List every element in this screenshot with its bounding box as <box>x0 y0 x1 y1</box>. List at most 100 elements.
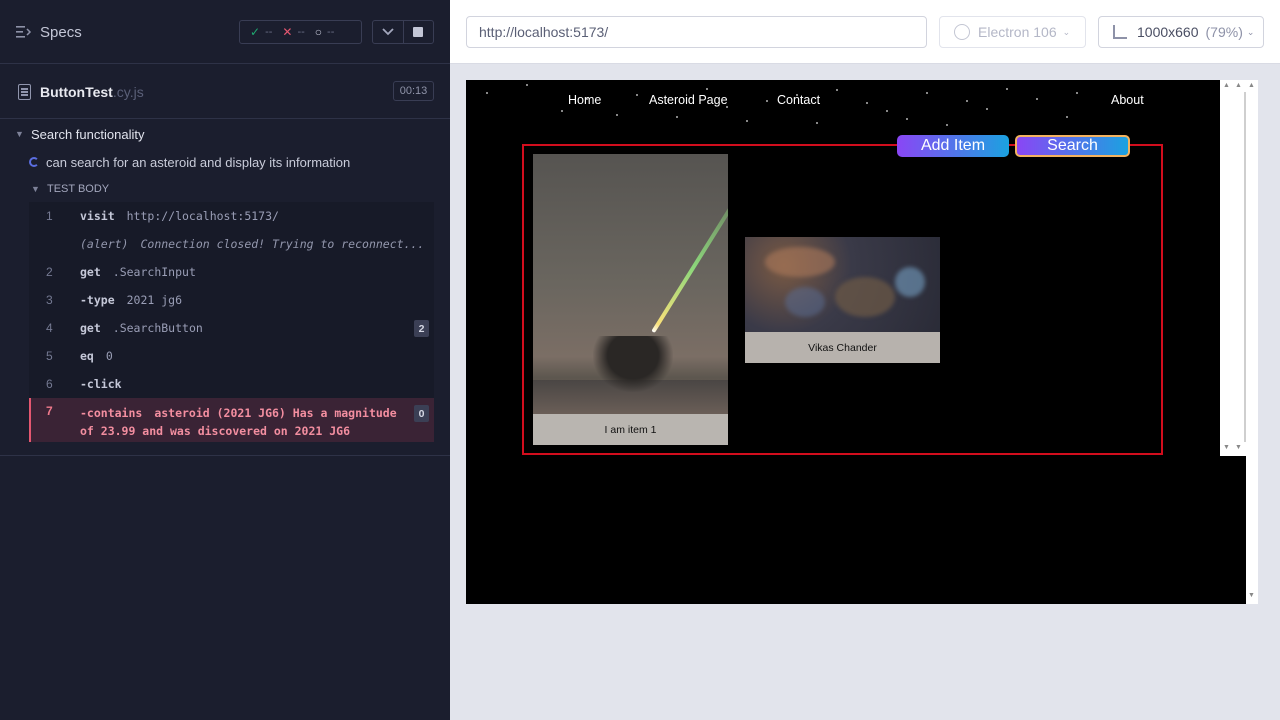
star <box>836 89 838 91</box>
star <box>1076 92 1078 94</box>
command-name: visit <box>80 209 115 223</box>
test-stats: ✓ -- ✕ -- ○ -- <box>239 20 362 44</box>
inner-scrollbar[interactable]: ▲ ▲ ▼ ▼ <box>1220 80 1246 456</box>
scroll-up-icon[interactable]: ▲ <box>1235 82 1242 89</box>
command-name: eq <box>80 349 94 363</box>
aut-header: http://localhost:5173/ Electron 106 ⌄ 100… <box>450 0 1280 64</box>
meteor-image <box>533 154 728 414</box>
chevron-down-icon <box>382 28 394 36</box>
reporter-header: Specs ✓ -- ✕ -- ○ -- <box>0 0 450 64</box>
nav-home-link[interactable]: Home <box>568 93 601 107</box>
expand-button[interactable] <box>373 21 404 43</box>
search-button[interactable]: Search <box>1015 135 1130 157</box>
command-name: -contains <box>80 406 143 420</box>
star <box>486 92 488 94</box>
chevron-down-icon: ⌄ <box>1246 26 1255 37</box>
viewport-selector[interactable]: 1000x660 (79%) ⌄ <box>1098 16 1264 48</box>
file-icon <box>18 84 31 100</box>
pending-stat: ○ -- <box>305 25 335 39</box>
running-spinner-icon <box>29 157 39 167</box>
viewport-size: 1000x660 <box>1137 24 1199 40</box>
command-row[interactable]: 5 eq 0 <box>29 342 434 370</box>
command-name: -type <box>80 293 115 307</box>
command-row[interactable]: 1 visit http://localhost:5173/ <box>29 202 434 230</box>
command-number: 3 <box>46 293 53 307</box>
command-number: 6 <box>46 377 53 391</box>
star <box>766 100 768 102</box>
star <box>676 116 678 118</box>
command-row[interactable]: 6 -click <box>29 370 434 398</box>
command-message: 0 <box>105 349 113 363</box>
command-number: 1 <box>46 209 53 223</box>
browser-label: Electron 106 <box>978 24 1057 40</box>
outer-scrollbar[interactable]: ▲ ▼ <box>1246 80 1258 604</box>
tree-silhouette <box>593 336 673 392</box>
element-count-badge: 0 <box>414 405 429 422</box>
browser-selector[interactable]: Electron 106 ⌄ <box>939 16 1086 48</box>
specs-menu-icon[interactable] <box>16 25 32 39</box>
item-card-1: I am item 1 <box>533 154 728 445</box>
add-item-button[interactable]: Add Item <box>897 135 1009 157</box>
command-row[interactable]: (alert) Connection closed! Trying to reco… <box>29 230 434 258</box>
star <box>946 124 948 126</box>
failed-command-text: -contains asteroid (2021 JG6) Has a magni… <box>80 404 410 440</box>
star <box>526 84 528 86</box>
nebula-image <box>745 237 940 332</box>
failed-count: -- <box>297 26 305 38</box>
specs-label[interactable]: Specs <box>40 24 82 41</box>
command-name: -click <box>80 377 122 391</box>
duration-badge: 00:13 <box>393 81 434 101</box>
run-controls <box>372 20 434 44</box>
star <box>1036 98 1038 100</box>
viewport-zoom: (79%) <box>1205 24 1243 40</box>
suite-title[interactable]: ▼ Search functionality <box>0 120 450 148</box>
app-under-test: Home Asteroid Page Contact About Add Ite… <box>466 80 1246 604</box>
nav-contact-link[interactable]: Contact <box>777 93 820 107</box>
element-count-badge: 2 <box>414 320 429 337</box>
star <box>636 94 638 96</box>
star <box>706 88 708 90</box>
spec-file-name: ButtonTest.cy.js <box>40 84 144 100</box>
nav-asteroid-link[interactable]: Asteroid Page <box>649 93 728 107</box>
command-message-line1: asteroid (2021 JG6) Has a magnitude <box>154 406 397 420</box>
nav-about-link[interactable]: About <box>1111 93 1144 107</box>
star <box>966 100 968 102</box>
star <box>906 118 908 120</box>
scroll-up-icon[interactable]: ▲ <box>1223 82 1230 89</box>
star <box>1006 88 1008 90</box>
url-bar[interactable]: http://localhost:5173/ <box>466 16 927 48</box>
star <box>816 122 818 124</box>
command-number: 7 <box>46 404 53 418</box>
command-message: .SearchInput <box>112 265 196 279</box>
command-name: get <box>80 265 101 279</box>
divider <box>0 455 450 456</box>
command-row[interactable]: 4 get .SearchButton 2 <box>29 314 434 342</box>
meteor-trail <box>651 169 728 334</box>
item-caption: I am item 1 <box>533 414 728 445</box>
test-body-toggle[interactable]: ▼ TEST BODY <box>0 176 450 202</box>
chevron-down-icon: ⌄ <box>1062 26 1071 37</box>
test-title[interactable]: can search for an asteroid and display i… <box>0 148 450 176</box>
star <box>926 92 928 94</box>
command-name: (alert) <box>80 237 129 251</box>
command-message-line2: of 23.99 and was discovered on 2021 JG6 <box>80 424 351 438</box>
suite-tree: ▼ Search functionality can search for an … <box>0 120 450 202</box>
pending-icon: ○ <box>314 25 323 39</box>
star <box>986 108 988 110</box>
command-message: Connection closed! Trying to reconnect..… <box>140 237 425 251</box>
passed-count: -- <box>265 26 273 38</box>
command-message: .SearchButton <box>112 321 203 335</box>
stop-button[interactable] <box>404 21 434 43</box>
reporter-panel: Specs ✓ -- ✕ -- ○ -- ButtonTest.cy.js 00:13… <box>0 0 450 720</box>
stop-icon <box>413 27 424 37</box>
scroll-down-icon[interactable]: ▼ <box>1235 444 1242 451</box>
command-row[interactable]: 3 -type 2021 jg6 <box>29 286 434 314</box>
x-icon: ✕ <box>282 25 293 39</box>
failed-command-row[interactable]: 7 -contains asteroid (2021 JG6) Has a mag… <box>29 398 434 442</box>
failed-stat: ✕ -- <box>272 25 304 39</box>
scroll-down-icon[interactable]: ▼ <box>1248 592 1255 599</box>
scroll-up-icon[interactable]: ▲ <box>1248 82 1255 89</box>
star <box>1066 116 1068 118</box>
command-row[interactable]: 2 get .SearchInput <box>29 258 434 286</box>
scroll-down-icon[interactable]: ▼ <box>1223 444 1230 451</box>
